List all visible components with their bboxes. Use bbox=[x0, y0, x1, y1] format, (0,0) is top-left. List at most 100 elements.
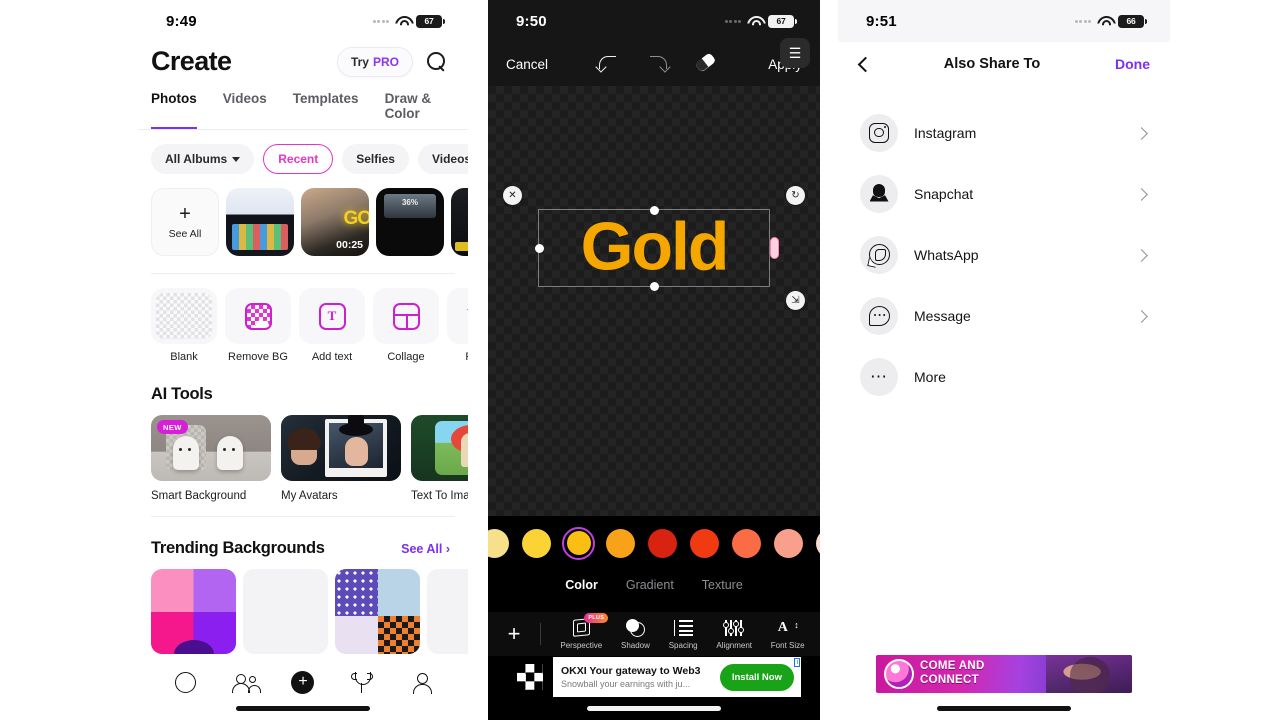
media-thumb-timeline[interactable] bbox=[451, 188, 468, 256]
line-spacing-icon bbox=[673, 619, 693, 636]
ai-card-smart-background[interactable]: NEW Smart Background bbox=[151, 415, 271, 502]
tool-shadow[interactable]: Shadow bbox=[621, 618, 650, 650]
trending-thumb-light[interactable] bbox=[427, 569, 468, 654]
thumb-overlay-text: GO bbox=[343, 208, 369, 229]
swatch-5[interactable] bbox=[688, 527, 721, 560]
share-row-more[interactable]: ⋯ More bbox=[838, 346, 1170, 407]
tabbar-item-community[interactable] bbox=[232, 670, 262, 694]
share-ad-banner[interactable]: COME AND CONNECT bbox=[838, 653, 1170, 695]
trending-thumb-blank[interactable] bbox=[243, 569, 328, 654]
status-bar: 9:49 67 bbox=[138, 0, 468, 42]
tabbar-item-create[interactable]: + bbox=[291, 670, 315, 694]
tab-videos[interactable]: Videos bbox=[223, 91, 267, 129]
thumb-percent: 36% bbox=[401, 198, 418, 207]
media-thumb-skateboard[interactable]: GO 00:25 bbox=[301, 188, 369, 256]
tool-spacing[interactable]: Spacing bbox=[669, 618, 698, 650]
chevron-left-icon[interactable] bbox=[858, 55, 869, 73]
tool-font-size[interactable]: A Font Size bbox=[771, 618, 805, 651]
share-row-snapchat[interactable]: Snapchat bbox=[838, 163, 1170, 224]
remove-background-icon bbox=[244, 302, 272, 330]
swatch-4[interactable] bbox=[646, 527, 679, 560]
swatch-1[interactable] bbox=[520, 527, 553, 560]
share-row-instagram[interactable]: Instagram bbox=[838, 102, 1170, 163]
home-indicator-editor bbox=[587, 706, 721, 711]
share-row-whatsapp[interactable]: WhatsApp bbox=[838, 224, 1170, 285]
quick-tool-collage-label: Collage bbox=[387, 351, 425, 363]
chip-all-albums[interactable]: All Albums bbox=[151, 144, 255, 174]
tabbar-item-discover[interactable] bbox=[173, 670, 197, 694]
editor-canvas[interactable]: ☰ Gold ✕ ↻ ⇲ bbox=[488, 38, 820, 516]
resize-icon[interactable]: ⇲ bbox=[786, 291, 805, 310]
compass-icon bbox=[174, 671, 196, 693]
media-thumb-export[interactable]: 36% bbox=[376, 188, 444, 256]
edit-pill-handle[interactable] bbox=[770, 237, 779, 259]
swatch-2-selected[interactable] bbox=[562, 526, 595, 560]
share-row-message[interactable]: Message bbox=[838, 285, 1170, 346]
see-all-tile[interactable]: + See All bbox=[151, 188, 219, 256]
tab-templates[interactable]: Templates bbox=[293, 91, 359, 129]
tabbar-item-challenges[interactable] bbox=[350, 670, 374, 694]
tabbar-item-profile[interactable] bbox=[409, 670, 433, 694]
editor-ad-banner[interactable]: OKXI Your gateway to Web3 Snowball your … bbox=[488, 656, 820, 698]
done-button[interactable]: Done bbox=[1115, 56, 1150, 72]
ai-card-text-to-image[interactable]: Text To Imag bbox=[411, 415, 468, 502]
canvas-text-gold[interactable]: Gold bbox=[581, 207, 730, 285]
media-thumb-screen-recording[interactable] bbox=[226, 188, 294, 256]
swatch-6[interactable] bbox=[730, 527, 763, 560]
wifi-icon bbox=[747, 16, 762, 27]
avatar-whatsapp bbox=[860, 235, 898, 274]
plus-circle-icon: + bbox=[291, 670, 315, 694]
tool-alignment[interactable]: Alignment bbox=[716, 618, 752, 650]
editor-tool-bar: + PLUS Perspective Shadow Spacing Alignm… bbox=[488, 612, 820, 656]
chip-selfies[interactable]: Selfies bbox=[342, 144, 409, 174]
close-icon[interactable]: ✕ bbox=[503, 186, 522, 205]
mode-texture[interactable]: Texture bbox=[702, 578, 743, 592]
swatch-7[interactable] bbox=[772, 527, 805, 560]
eraser-icon[interactable] bbox=[694, 52, 718, 74]
quick-tool-remove-object[interactable]: Remo bbox=[447, 288, 468, 363]
undo-icon[interactable] bbox=[598, 56, 620, 72]
mode-gradient[interactable]: Gradient bbox=[626, 578, 674, 592]
cancel-button[interactable]: Cancel bbox=[506, 57, 548, 72]
try-pro-prefix: Try bbox=[350, 54, 369, 69]
quick-tool-collage[interactable]: Collage bbox=[373, 288, 439, 363]
text-selection-box[interactable]: Gold ✕ ↻ ⇲ bbox=[503, 186, 805, 310]
trending-backgrounds-row bbox=[138, 558, 468, 654]
ad-install-button[interactable]: Install Now bbox=[719, 663, 794, 691]
tab-draw-color[interactable]: Draw & Color bbox=[385, 91, 468, 129]
chip-videos[interactable]: Videos bbox=[417, 144, 468, 174]
trending-thumb-halloween[interactable] bbox=[335, 569, 420, 654]
status-indicators-editor: 67 bbox=[724, 14, 797, 28]
magic-wand-icon bbox=[466, 303, 469, 330]
alignment-sliders-icon bbox=[723, 619, 745, 636]
tool-spacing-label: Spacing bbox=[668, 641, 698, 650]
tool-perspective[interactable]: PLUS Perspective bbox=[560, 613, 609, 650]
try-pro-button[interactable]: Try PRO bbox=[336, 46, 413, 77]
trophy-icon bbox=[350, 671, 373, 693]
add-element-button[interactable]: + bbox=[488, 621, 540, 647]
handle-top[interactable] bbox=[649, 205, 659, 215]
tab-photos[interactable]: Photos bbox=[151, 91, 197, 129]
handle-left[interactable] bbox=[534, 243, 544, 253]
trending-see-all-link[interactable]: See All › bbox=[401, 542, 450, 556]
snapchat-icon bbox=[870, 183, 889, 204]
swatch-3[interactable] bbox=[604, 527, 637, 560]
rotate-icon[interactable]: ↻ bbox=[786, 186, 805, 205]
quick-tool-add-text[interactable]: T Add text bbox=[299, 288, 365, 363]
search-icon[interactable] bbox=[427, 52, 446, 71]
quick-tool-blank[interactable]: Blank bbox=[151, 288, 217, 363]
ad-content[interactable]: OKXI Your gateway to Web3 Snowball your … bbox=[507, 657, 801, 697]
swatch-0[interactable] bbox=[488, 527, 511, 560]
layers-icon[interactable]: ☰ bbox=[780, 38, 810, 68]
trending-thumb-gradient[interactable] bbox=[151, 569, 236, 654]
chip-recent[interactable]: Recent bbox=[263, 144, 334, 174]
ai-card-my-avatars[interactable]: My Avatars bbox=[281, 415, 401, 502]
redo-icon[interactable] bbox=[646, 56, 668, 72]
media-thumbnail-row[interactable]: + See All GO 00:25 36% bbox=[138, 174, 468, 256]
mode-color[interactable]: Color bbox=[565, 578, 598, 592]
swatch-8[interactable] bbox=[814, 527, 820, 560]
ad-come-and-connect[interactable]: COME AND CONNECT bbox=[876, 655, 1132, 693]
handle-bottom[interactable] bbox=[649, 281, 659, 291]
quick-tool-remove-bg[interactable]: Remove BG bbox=[225, 288, 291, 363]
ai-card-art-ghosts: NEW bbox=[151, 415, 271, 481]
